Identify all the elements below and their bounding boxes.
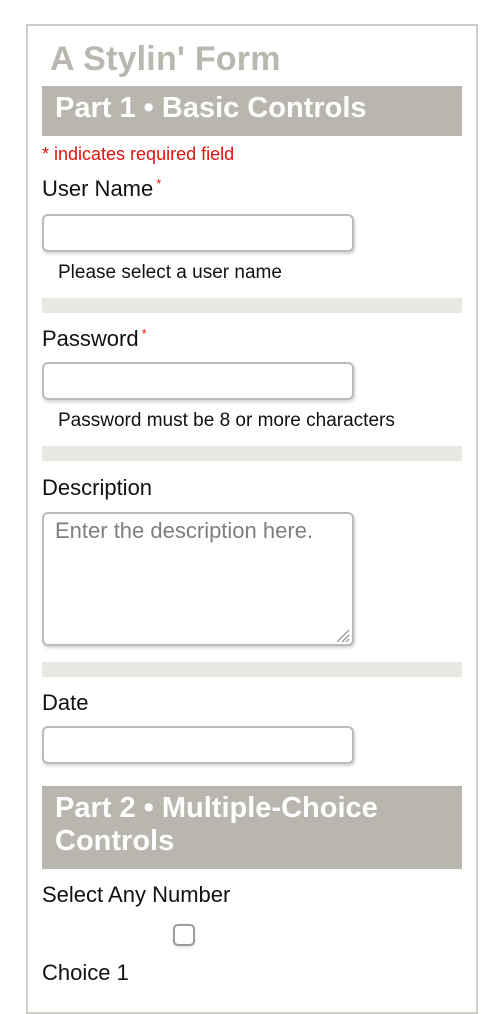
choice-1-checkbox[interactable] [173,924,195,946]
field-divider [42,298,462,313]
password-hint: Password must be 8 or more characters [58,410,395,431]
date-label: Date [42,690,89,715]
password-label-text: Password [42,326,139,351]
form-title: A Stylin' Form [50,40,281,78]
description-textarea[interactable] [42,512,354,646]
password-label: Password * [42,326,147,352]
field-divider [42,446,462,461]
field-divider [42,662,462,677]
section-header-part2: Part 2 • Multiple-Choice Controls [42,786,462,869]
date-input[interactable] [42,726,354,764]
required-marker: * [156,176,162,191]
username-hint: Please select a user name [58,262,282,283]
choice-1-label: Choice 1 [42,960,129,985]
username-input[interactable] [42,214,354,252]
resize-grip-icon[interactable] [334,627,350,643]
username-label-text: User Name [42,176,154,201]
section-header-part1: Part 1 • Basic Controls [42,86,462,136]
username-label: User Name * [42,176,161,202]
description-label: Description [42,475,153,500]
password-input[interactable] [42,362,354,400]
select-group-label: Select Any Number [42,882,231,907]
required-marker: * [141,326,147,341]
required-field-note: * indicates required field [42,144,235,164]
form-container: A Stylin' Form Part 1 • Basic Controls *… [26,24,478,1014]
